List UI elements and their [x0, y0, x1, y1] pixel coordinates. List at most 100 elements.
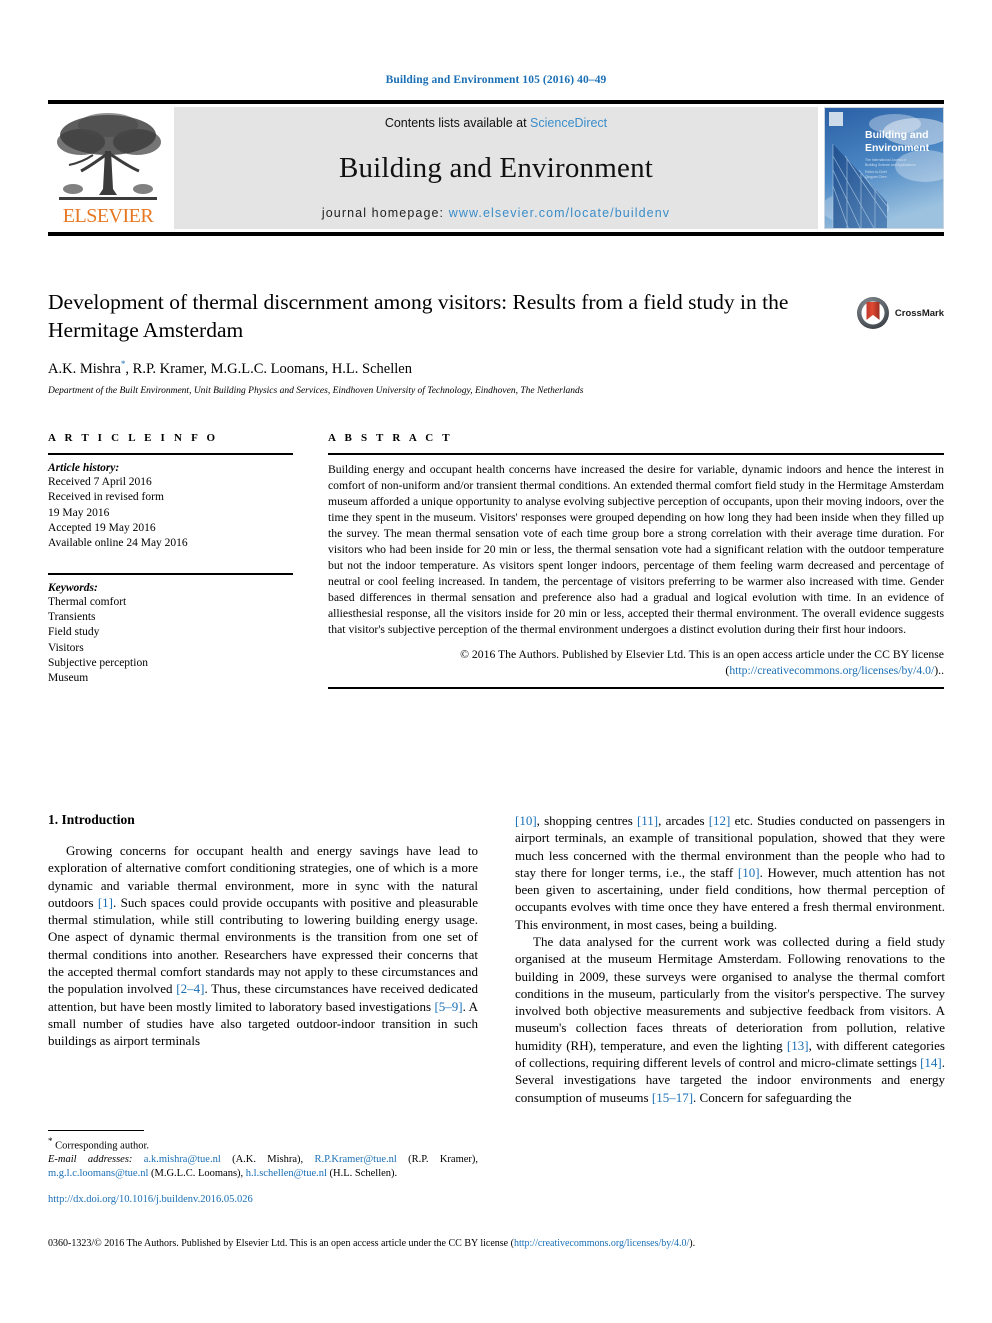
corresponding-author-text: Corresponding author. — [52, 1140, 150, 1152]
journal-cover-thumbnail: Building and Environment The Internation… — [824, 107, 944, 229]
svg-text:The International Journal of: The International Journal of — [865, 158, 906, 162]
svg-text:Building Science and Applicati: Building Science and Applications — [865, 163, 916, 167]
citation-ref[interactable]: [2–4] — [176, 981, 204, 996]
email-owner: (M.G.L.C. Loomans), — [151, 1167, 244, 1179]
article-history-line: Received in revised form — [48, 491, 164, 504]
author-affiliation: Department of the Built Environment, Uni… — [48, 385, 584, 396]
keyword-item: Subjective perception — [48, 657, 148, 670]
keyword-item: Museum — [48, 672, 89, 685]
license-close-paren: ).. — [934, 664, 944, 678]
sciencedirect-link[interactable]: ScienceDirect — [530, 116, 607, 130]
license-link[interactable]: http://creativecommons.org/licenses/by/4… — [729, 664, 934, 677]
citation-ref[interactable]: [12] — [709, 813, 731, 828]
homepage-prefix: journal homepage: — [321, 206, 449, 220]
author-rest: , R.P. Kramer, M.G.L.C. Loomans, H.L. Sc… — [125, 360, 412, 377]
keyword-item: Visitors — [48, 641, 84, 654]
abstract-heading: A B S T R A C T — [328, 432, 453, 444]
intro-paragraph-right-second: The data analysed for the current work w… — [515, 933, 945, 1106]
email-owner: (R.P. Kramer), — [408, 1154, 479, 1166]
footer-tail: ). — [689, 1238, 696, 1249]
citation-ref[interactable]: [13] — [787, 1038, 809, 1053]
contents-available-line: Contents lists available at ScienceDirec… — [385, 116, 607, 130]
cover-title-line2: Environment — [865, 142, 930, 154]
masthead-banner: Contents lists available at ScienceDirec… — [174, 107, 818, 229]
article-history-line: Accepted 19 May 2016 — [48, 521, 156, 534]
citation-ref[interactable]: [10] — [515, 813, 537, 828]
corresponding-author-note: * Corresponding author. — [48, 1136, 478, 1153]
page-title: Development of thermal discernment among… — [48, 290, 789, 343]
email-link[interactable]: m.g.l.c.loomans@tue.nl — [48, 1168, 148, 1179]
citation-ref[interactable]: [1] — [98, 895, 113, 910]
body-columns: 1. Introduction Growing concerns for occ… — [48, 812, 945, 1205]
abstract-column: A B S T R A C T Building energy and occu… — [328, 432, 944, 689]
journal-masthead: ELSEVIER Contents lists available at Sci… — [48, 100, 944, 236]
keywords-rule — [48, 573, 293, 575]
intro-paragraph-right-continued: [10], shopping centres [11], arcades [12… — [515, 812, 945, 933]
elsevier-wordmark: ELSEVIER — [62, 205, 154, 227]
keyword-item: Field study — [48, 626, 100, 639]
copyright-text: © 2016 The Authors. Published by Elsevie… — [460, 648, 944, 662]
email-addresses-label: E-mail addresses: — [48, 1154, 133, 1166]
article-history-line: Available online 24 May 2016 — [48, 537, 188, 550]
email-owner: (H.L. Schellen). — [329, 1167, 398, 1179]
elsevier-logo: ELSEVIER — [48, 107, 168, 229]
elsevier-tree-icon — [57, 113, 161, 200]
svg-text:Editor-in-Chief: Editor-in-Chief — [865, 170, 887, 174]
masthead-top-rule — [48, 100, 944, 104]
abstract-copyright: © 2016 The Authors. Published by Elsevie… — [328, 647, 944, 679]
contents-prefix: Contents lists available at — [384, 116, 531, 130]
email-owner: (A.K. Mishra), — [232, 1154, 304, 1166]
article-info-heading: A R T I C L E I N F O — [48, 432, 219, 444]
journal-cover-art: Building and Environment The Internation… — [825, 108, 943, 228]
intro-right-text-a: , shopping centres — [536, 813, 637, 828]
author-first: A.K. Mishra — [48, 360, 121, 377]
journal-homepage-line: journal homepage: www.elsevier.com/locat… — [322, 206, 670, 220]
doi-block: http://dx.doi.org/10.1016/j.buildenv.201… — [48, 1194, 478, 1205]
keyword-item: Thermal comfort — [48, 595, 127, 608]
abstract-body: Building energy and occupant health conc… — [328, 463, 944, 637]
crossmark-label: CrossMark — [894, 307, 944, 319]
intro-right2-text-a: The data analysed for the current work w… — [515, 933, 945, 1053]
body-left-column: 1. Introduction Growing concerns for occ… — [48, 812, 478, 1205]
footer-issn-copyright: 0360-1323/© 2016 The Authors. Published … — [48, 1238, 514, 1249]
keyword-item: Transients — [48, 611, 96, 624]
intro-right-text-b: , arcades — [658, 813, 709, 828]
email-link[interactable]: a.k.mishra@tue.nl — [144, 1154, 221, 1165]
citation-ref[interactable]: [5–9] — [434, 999, 462, 1014]
article-history-line: Received 7 April 2016 — [48, 476, 152, 488]
citation-ref[interactable]: [10] — [738, 865, 760, 880]
abstract-bottom-rule — [328, 687, 944, 689]
intro-paragraph-left: Growing concerns for occupant health and… — [48, 842, 478, 1049]
doi-link[interactable]: http://dx.doi.org/10.1016/j.buildenv.201… — [48, 1194, 478, 1205]
title-block: Development of thermal discernment among… — [48, 288, 944, 396]
article-history-label: Article history: — [48, 462, 120, 474]
journal-title: Building and Environment — [338, 151, 654, 184]
footer-license-link[interactable]: http://creativecommons.org/licenses/by/4… — [514, 1238, 689, 1249]
masthead-bottom-rule — [48, 232, 944, 236]
email-link[interactable]: h.l.schellen@tue.nl — [246, 1168, 327, 1179]
article-info-column: A R T I C L E I N F O Article history: R… — [48, 432, 293, 689]
citation-ref[interactable]: [11] — [637, 813, 658, 828]
journal-homepage-link[interactable]: www.elsevier.com/locate/buildenv — [449, 206, 670, 220]
email-addresses-note: E-mail addresses: a.k.mishra@tue.nl (A.K… — [48, 1153, 478, 1180]
cover-title-line1: Building and — [865, 129, 929, 141]
article-history-line: 19 May 2016 — [48, 506, 110, 519]
keywords-label: Keywords: — [48, 581, 98, 594]
author-list: A.K. Mishra*, R.P. Kramer, M.G.L.C. Loom… — [48, 359, 944, 378]
citation-ref[interactable]: [15–17] — [652, 1090, 693, 1105]
running-head: Building and Environment 105 (2016) 40–4… — [385, 74, 607, 86]
intro-right2-text-d: . Concern for safeguarding the — [693, 1089, 852, 1105]
footnote-rule — [48, 1130, 144, 1132]
footnote-block: * Corresponding author. E-mail addresses… — [48, 1130, 478, 1181]
page-footer: 0360-1323/© 2016 The Authors. Published … — [48, 1238, 944, 1249]
svg-text:Qingyan Chen: Qingyan Chen — [865, 175, 887, 179]
email-link[interactable]: R.P.Kramer@tue.nl — [314, 1154, 396, 1165]
info-abstract-region: A R T I C L E I N F O Article history: R… — [48, 432, 944, 689]
footer-copyright-line: 0360-1323/© 2016 The Authors. Published … — [48, 1238, 944, 1249]
body-right-column: [10], shopping centres [11], arcades [12… — [515, 812, 945, 1106]
paper-page: Building and Environment 105 (2016) 40–4… — [0, 0, 992, 1323]
article-info-rule — [48, 453, 293, 455]
citation-ref[interactable]: [14] — [920, 1055, 942, 1070]
crossmark-badge[interactable]: CrossMark — [856, 296, 944, 330]
